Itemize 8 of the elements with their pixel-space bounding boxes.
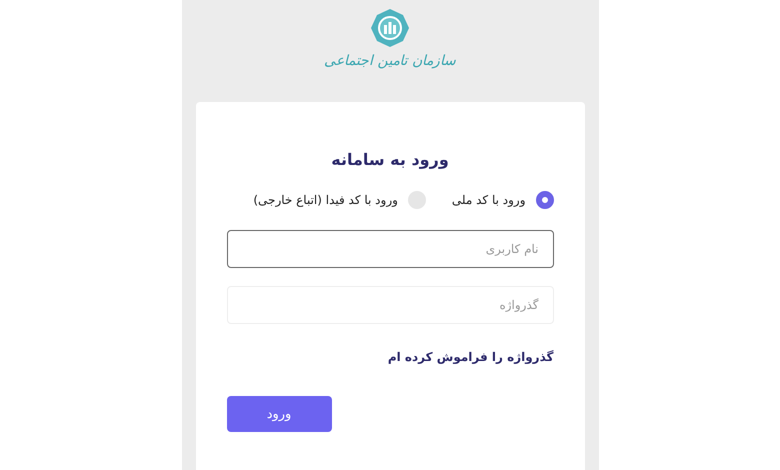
login-button[interactable]: ورود <box>226 396 332 432</box>
login-method-radio[interactable]: ورود با کد ملی <box>452 191 554 209</box>
input-field[interactable]: نام کاربری <box>226 230 554 268</box>
logo-icon <box>370 8 410 48</box>
login-title: ورود به سامانه <box>330 150 450 169</box>
logo-caption: سازمان تامین اجتماعی <box>324 52 456 69</box>
login-method-radio[interactable]: ورود با کد فیدا (اتباع خارجی) <box>253 191 426 209</box>
forgot-password-link[interactable]: گذرواژه را فراموش کرده ام <box>388 350 554 364</box>
